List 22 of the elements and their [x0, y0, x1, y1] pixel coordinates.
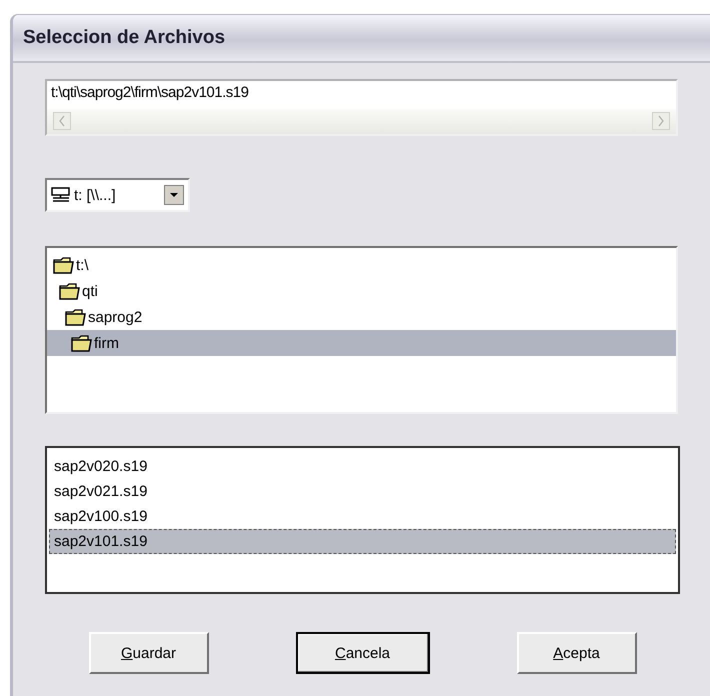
- folder-icon: [71, 334, 93, 352]
- horizontal-scrollbar[interactable]: [47, 108, 676, 134]
- window-title: Seleccion de Archivos: [23, 27, 226, 49]
- folder-icon: [59, 282, 81, 300]
- folder-icon: [65, 308, 87, 326]
- file-item[interactable]: sap2v020.s19: [49, 454, 676, 479]
- file-item[interactable]: sap2v100.s19: [49, 504, 676, 529]
- folder-item[interactable]: saprog2: [47, 304, 676, 330]
- dialog-button[interactable]: Guardar: [88, 632, 208, 674]
- path-field[interactable]: t:\qti\saprog2\firm\sap2v101.s19: [45, 79, 678, 136]
- file-item[interactable]: sap2v021.s19: [49, 479, 676, 504]
- network-drive-icon: [51, 187, 71, 203]
- folder-icon: [53, 256, 75, 274]
- file-item[interactable]: sap2v101.s19: [49, 529, 676, 554]
- folder-item[interactable]: t:\: [47, 252, 676, 278]
- scroll-left-icon[interactable]: [53, 112, 71, 130]
- dialog-button[interactable]: Cancela: [296, 632, 430, 674]
- drive-dropdown[interactable]: t: [\\...]: [45, 178, 190, 212]
- folder-item[interactable]: firm: [47, 330, 676, 356]
- folder-item[interactable]: qti: [47, 278, 676, 304]
- dialog-button[interactable]: Acepta: [516, 632, 636, 674]
- scroll-right-icon[interactable]: [652, 112, 670, 130]
